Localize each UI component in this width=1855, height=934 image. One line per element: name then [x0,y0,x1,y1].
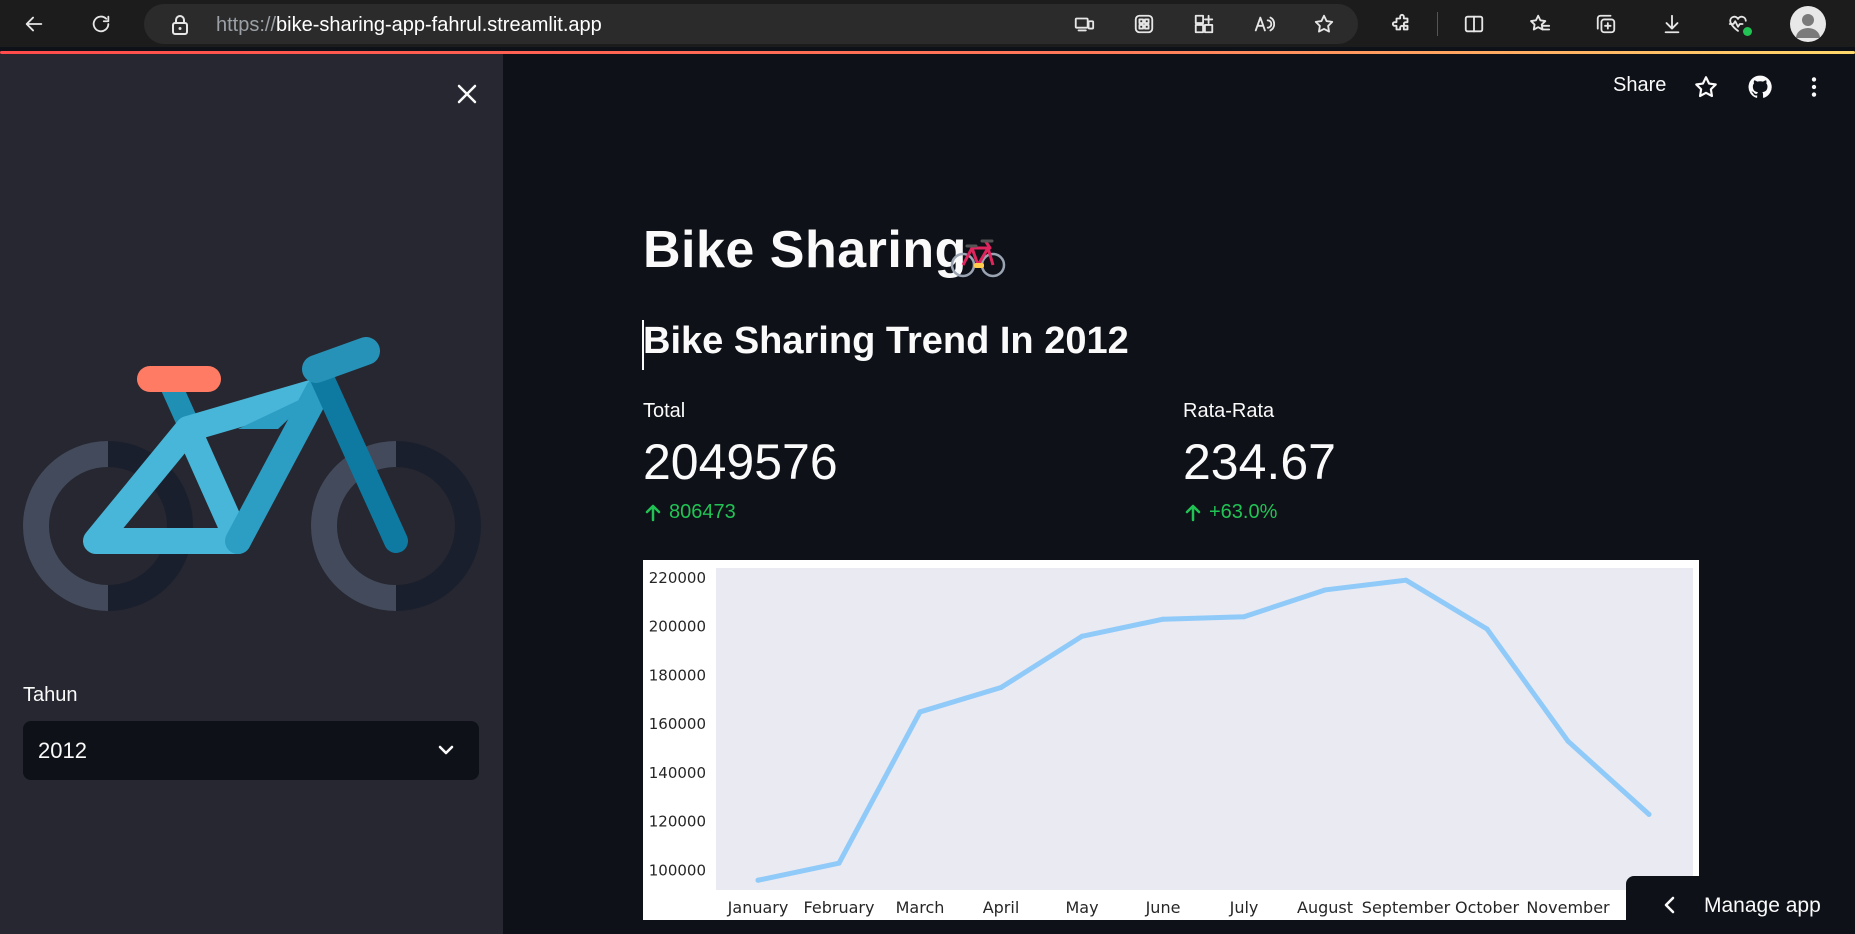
split-screen-icon[interactable] [1456,6,1492,42]
github-icon[interactable] [1746,73,1774,101]
year-select-label: Tahun [23,684,78,706]
metric-label: Rata-Rata [1183,400,1275,422]
favorites-icon[interactable] [1522,6,1558,42]
bicycle-logo [18,279,483,644]
data-point [1160,616,1166,622]
year-select-value: 2012 [38,738,87,763]
url-scheme: https:// [216,14,277,36]
add-app-icon[interactable] [1186,6,1222,42]
url-text: https://bike-sharing-app-fahrul.streamli… [216,14,602,37]
chevron-left-icon[interactable] [1660,894,1680,921]
x-tick-label: March [896,898,945,917]
y-tick-label: 140000 [649,764,706,782]
star-icon[interactable] [1692,73,1720,101]
y-tick-label: 200000 [649,618,706,636]
metric-delta: +63.0% [1183,501,1336,524]
lock-icon[interactable] [170,14,190,41]
data-point [1484,626,1490,632]
collections-icon[interactable] [1588,6,1624,42]
toolbar-divider [1437,12,1438,36]
sidebar: Tahun 2012 [0,54,503,934]
metric-value: 234.67 [1183,434,1336,490]
x-tick-label: February [804,898,875,917]
x-tick-label: June [1145,898,1181,917]
metric-label: Total [643,400,686,422]
metric-delta: 806473 [643,501,838,524]
device-icon[interactable] [1066,6,1102,42]
y-tick-label: 220000 [649,569,706,587]
back-icon[interactable] [16,6,52,42]
y-tick-label: 100000 [649,861,706,879]
apps-icon[interactable] [1126,6,1162,42]
address-bar[interactable]: https://bike-sharing-app-fahrul.streamli… [144,4,1358,44]
data-point [1322,587,1328,593]
profile-avatar[interactable] [1790,6,1826,42]
metric-average: Rata-Rata 234.67 +63.0% [1183,400,1336,524]
x-tick-label: November [1526,898,1610,917]
metric-value: 2049576 [643,434,838,490]
browser-toolbar: https://bike-sharing-app-fahrul.streamli… [0,0,1855,47]
x-tick-label: April [983,898,1020,917]
data-point [1079,633,1085,639]
page-title: Bike Sharing [643,221,967,279]
kebab-menu-icon[interactable] [1800,73,1828,101]
data-point [998,685,1004,691]
status-dot [1743,27,1752,36]
x-tick-label: August [1297,898,1353,917]
x-tick-label: July [1229,898,1259,917]
read-aloud-icon[interactable] [1246,6,1282,42]
trend-line-chart: 100000 120000 140000 160000 180000 200000 2200… [643,560,1699,920]
x-tick-label: May [1065,898,1098,917]
share-button[interactable]: Share [1613,74,1666,97]
metric-delta-value: 806473 [669,501,736,523]
data-point [836,860,842,866]
arrow-up-icon [645,504,661,521]
downloads-icon[interactable] [1654,6,1690,42]
metric-total: Total 2049576 806473 [643,400,838,524]
x-tick-label: January [727,898,789,917]
url-host: bike-sharing-app-fahrul.streamlit.app [276,14,602,36]
chart-svg: 100000 120000 140000 160000 180000 200000 2200… [649,568,1693,917]
y-tick-label: 180000 [649,666,706,684]
manage-app-label: Manage app [1704,894,1821,917]
favorite-star-icon[interactable] [1306,6,1342,42]
refresh-icon[interactable] [83,6,119,42]
browser-health-icon[interactable] [1720,6,1756,42]
data-point [1241,614,1247,620]
data-point [755,877,761,883]
x-tick-label: September [1362,898,1451,917]
metric-delta-value: +63.0% [1209,501,1278,523]
y-tick-label: 160000 [649,715,706,733]
data-point [1646,811,1652,817]
y-tick-label: 120000 [649,813,706,831]
bicycle-emoji-icon [950,236,1006,285]
data-point [917,709,923,715]
data-point [1565,738,1571,744]
trend-subheader: Bike Sharing Trend In 2012 [643,320,1129,362]
manage-app-button[interactable]: Manage app [1626,876,1855,934]
extensions-icon[interactable] [1384,6,1420,42]
chevron-down-icon[interactable] [435,739,457,766]
arrow-up-icon [1185,504,1201,521]
x-tick-label: October [1455,898,1519,917]
close-sidebar-icon[interactable] [449,76,485,112]
data-point [1403,577,1409,583]
year-select[interactable]: 2012 [23,721,479,780]
